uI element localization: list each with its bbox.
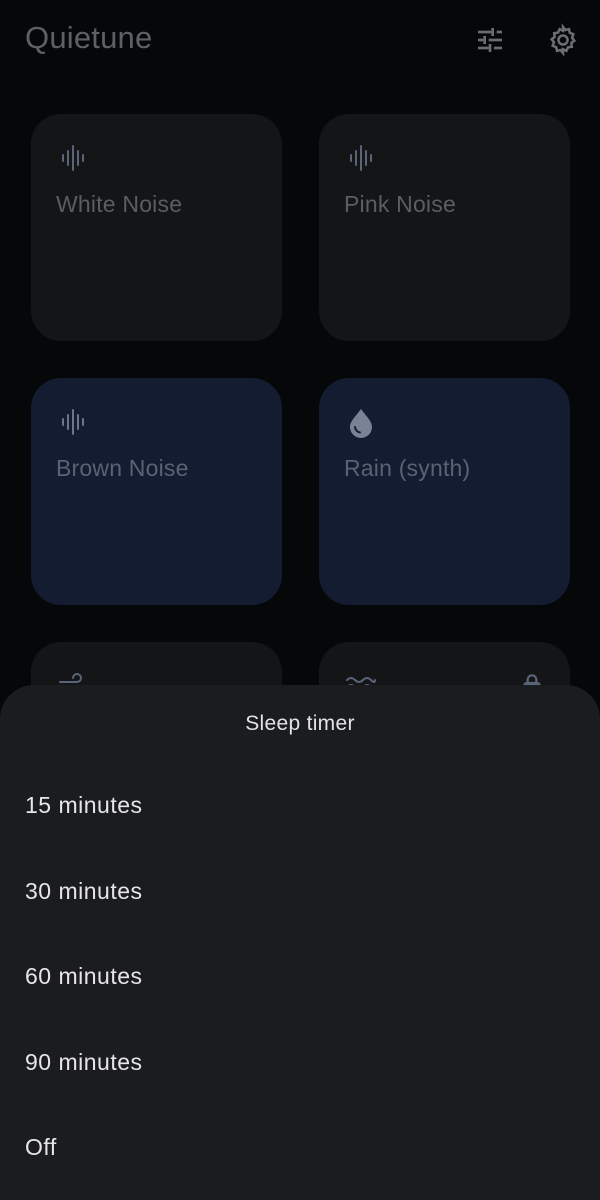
sound-tile-label: Pink Noise <box>344 191 456 217</box>
gear-icon <box>549 23 577 57</box>
app-screen: Quietune White Noise Pink Noise Brown No… <box>0 0 600 1200</box>
timer-option-label: 15 minutes <box>25 792 143 818</box>
water-drop-icon <box>350 409 372 438</box>
timer-option-30-minutes[interactable]: 30 minutes <box>0 851 600 931</box>
app-title: Quietune <box>25 20 153 55</box>
timer-option-label: Off <box>25 1134 57 1160</box>
waveform-icon <box>62 145 84 171</box>
sound-tile-rain-synth[interactable]: Rain (synth) <box>319 378 570 605</box>
timer-option-label: 60 minutes <box>25 963 143 989</box>
sound-tile-label: White Noise <box>56 191 183 217</box>
sleep-timer-sheet: Sleep timer 15 minutes 30 minutes 60 min… <box>0 685 600 1200</box>
timer-option-off[interactable]: Off <box>0 1107 600 1187</box>
sound-tile-label: Brown Noise <box>56 455 189 481</box>
timer-option-60-minutes[interactable]: 60 minutes <box>0 936 600 1016</box>
tune-sliders-icon <box>478 28 502 52</box>
timer-option-label: 90 minutes <box>25 1049 143 1075</box>
tune-button[interactable] <box>472 22 508 58</box>
timer-option-label: 30 minutes <box>25 878 143 904</box>
timer-option-90-minutes[interactable]: 90 minutes <box>0 1022 600 1102</box>
timer-option-15-minutes[interactable]: 15 minutes <box>0 765 600 845</box>
sound-tile-white-noise[interactable]: White Noise <box>31 114 282 341</box>
settings-button[interactable] <box>545 22 581 58</box>
app-bar: Quietune <box>0 0 600 80</box>
sound-tile-label: Rain (synth) <box>344 455 471 481</box>
sound-tile-brown-noise[interactable]: Brown Noise <box>31 378 282 605</box>
waveform-icon <box>350 145 372 171</box>
sheet-title: Sleep timer <box>245 712 355 735</box>
sound-tile-pink-noise[interactable]: Pink Noise <box>319 114 570 341</box>
waveform-icon <box>62 409 84 435</box>
